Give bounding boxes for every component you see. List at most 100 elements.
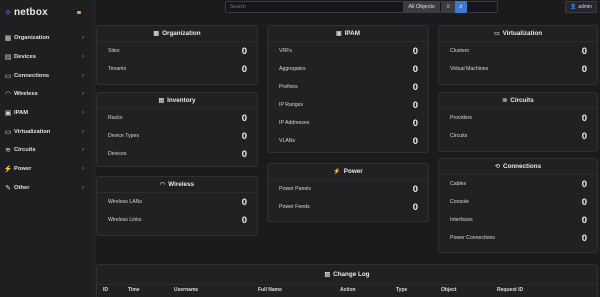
- column-header[interactable]: Object: [441, 287, 497, 293]
- stat-label: Power Panels: [279, 186, 312, 192]
- user-menu-button[interactable]: 👤 admin: [565, 1, 597, 13]
- card-header: ◠ Wireless: [97, 177, 257, 193]
- stat-label: Providers: [450, 115, 472, 121]
- sidebar-item-virtualization[interactable]: ▭ Virtualization ›: [0, 122, 94, 141]
- column-header[interactable]: Time: [128, 287, 174, 293]
- card-organization: ▦ Organization Sites 0 Tenants 0: [96, 25, 258, 85]
- stat-row-cables[interactable]: Cables 0: [439, 175, 597, 193]
- sidebar-item-label: IPAM: [14, 110, 29, 117]
- column-header[interactable]: ID: [103, 287, 128, 293]
- sidebar-item-ipam[interactable]: ▣ IPAM ›: [0, 104, 94, 123]
- brand[interactable]: ⟡ netbox: [0, 0, 94, 24]
- card-header: ▭ Virtualization: [439, 26, 597, 42]
- stat-row-power-panels[interactable]: Power Panels 0: [268, 180, 428, 198]
- counter-icon: ▣: [336, 31, 342, 37]
- card-title: Circuits: [510, 97, 534, 104]
- stat-row-providers[interactable]: Providers 0: [439, 109, 597, 127]
- stat-row-power-connections[interactable]: Power Connections 0: [439, 229, 597, 247]
- ethernet-icon: ▭: [4, 72, 12, 80]
- server-icon: ▤: [4, 54, 12, 62]
- card-header: ▨ Change Log: [97, 265, 597, 285]
- stat-row-vrfs[interactable]: VRFs 0: [268, 42, 428, 60]
- stat-value: 0: [412, 81, 418, 93]
- card-title: Power: [343, 168, 363, 175]
- chevron-right-icon: ›: [82, 184, 84, 191]
- filter-button[interactable]: ≡: [441, 1, 455, 13]
- sidebar-item-wireless[interactable]: ◠ Wireless ›: [0, 85, 94, 104]
- sidebar: ⟡ netbox ▦ Organization › ▤ Devices › ▭ …: [0, 0, 95, 297]
- sidebar-item-label: Virtualization: [14, 128, 51, 135]
- search-button[interactable]: ⌕: [455, 1, 467, 13]
- stat-row-clusters[interactable]: Clusters 0: [439, 42, 597, 60]
- stat-row-aggregates[interactable]: Aggregates 0: [268, 60, 428, 78]
- stat-label: Console: [450, 199, 470, 205]
- card-header: ▤ Inventory: [97, 93, 257, 109]
- stat-row-prefixes[interactable]: Prefixes 0: [268, 78, 428, 96]
- stat-value: 0: [412, 183, 418, 195]
- stat-label: Tenants: [108, 66, 127, 72]
- netbox-logo-icon: ⟡: [5, 6, 11, 17]
- card-header: ▦ Organization: [97, 26, 257, 42]
- stat-row-racks[interactable]: Racks 0: [97, 109, 257, 127]
- stat-label: Clusters: [450, 48, 470, 54]
- sidebar-item-label: Power: [14, 166, 32, 173]
- stat-label: Circuits: [450, 133, 468, 139]
- card-wireless: ◠ Wireless Wireless LANs 0 Wireless Links 0: [96, 176, 258, 236]
- stat-row-wireless-lans[interactable]: Wireless LANs 0: [97, 193, 257, 211]
- card-connections: ⟲ Connections Cables 0 Console 0 Interfaces…: [438, 158, 598, 253]
- stat-row-interfaces[interactable]: Interfaces 0: [439, 211, 597, 229]
- transit-icon: ≋: [5, 147, 11, 155]
- pin-icon[interactable]: [77, 11, 81, 14]
- sidebar-item-connections[interactable]: ▭ Connections ›: [0, 66, 94, 85]
- chevron-right-icon: ›: [82, 166, 84, 173]
- column-header[interactable]: Full Name: [258, 287, 340, 293]
- stat-row-vlans[interactable]: VLANs 0: [268, 132, 428, 150]
- sidebar-item-circuits[interactable]: ≋ Circuits ›: [0, 141, 94, 160]
- stat-label: IP Addresses: [279, 120, 310, 126]
- sidebar-item-organization[interactable]: ▦ Organization ›: [0, 29, 94, 48]
- card-title: Inventory: [167, 97, 196, 104]
- counter-icon: ▣: [4, 110, 12, 118]
- stat-row-wireless-links[interactable]: Wireless Links 0: [97, 211, 257, 229]
- stat-value: 0: [412, 117, 418, 129]
- stat-value: 0: [581, 232, 587, 244]
- card-ipam: ▣ IPAM VRFs 0 Aggregates 0 Prefixes 0 IP Ran…: [267, 25, 429, 153]
- stat-row-power-feeds[interactable]: Power Feeds 0: [268, 198, 428, 216]
- sidebar-item-power[interactable]: ⚡ Power ›: [0, 160, 94, 179]
- search-icon: ⌕: [459, 3, 463, 10]
- stat-value: 0: [581, 214, 587, 226]
- stat-label: Power Connections: [450, 235, 495, 241]
- column-header[interactable]: Type: [396, 287, 441, 293]
- stat-row-device-types[interactable]: Device Types 0: [97, 127, 257, 145]
- stat-value: 0: [241, 214, 247, 226]
- stat-value: 0: [581, 178, 587, 190]
- search-scope-select[interactable]: All Objects: [403, 1, 440, 13]
- stat-label: Wireless Links: [108, 217, 142, 223]
- stat-row-virtual-machines[interactable]: Virtual Machines 0: [439, 60, 597, 78]
- stat-row-devices[interactable]: Devices 0: [97, 145, 257, 163]
- chevron-right-icon: ›: [82, 147, 84, 154]
- column-header[interactable]: Request ID: [497, 287, 557, 293]
- sidebar-item-devices[interactable]: ▤ Devices ›: [0, 48, 94, 67]
- stat-row-ip-ranges[interactable]: IP Ranges 0: [268, 96, 428, 114]
- card-title: Change Log: [333, 271, 370, 278]
- card-changelog: ▨ Change Log ID Time Username Full Name A…: [96, 264, 598, 297]
- card-header: ⚡ Power: [268, 164, 428, 180]
- stat-label: Interfaces: [450, 217, 473, 223]
- stat-row-sites[interactable]: Sites 0: [97, 42, 257, 60]
- stat-row-console[interactable]: Console 0: [439, 193, 597, 211]
- card-header: ≋ Circuits: [439, 93, 597, 109]
- stat-label: Prefixes: [279, 84, 298, 90]
- stat-value: 0: [581, 196, 587, 208]
- stat-row-circuits[interactable]: Circuits 0: [439, 127, 597, 145]
- sidebar-item-other[interactable]: ✎ Other ›: [0, 179, 94, 198]
- stat-value: 0: [581, 63, 587, 75]
- stat-row-tenants[interactable]: Tenants 0: [97, 60, 257, 78]
- column-header[interactable]: Action: [340, 287, 396, 293]
- stat-label: VLANs: [279, 138, 296, 144]
- chevron-right-icon: ›: [82, 91, 84, 98]
- stat-row-ip-addresses[interactable]: IP Addresses 0: [268, 114, 428, 132]
- sidebar-item-label: Circuits: [14, 147, 36, 154]
- card-header: ⟲ Connections: [439, 159, 597, 175]
- column-header[interactable]: Username: [174, 287, 258, 293]
